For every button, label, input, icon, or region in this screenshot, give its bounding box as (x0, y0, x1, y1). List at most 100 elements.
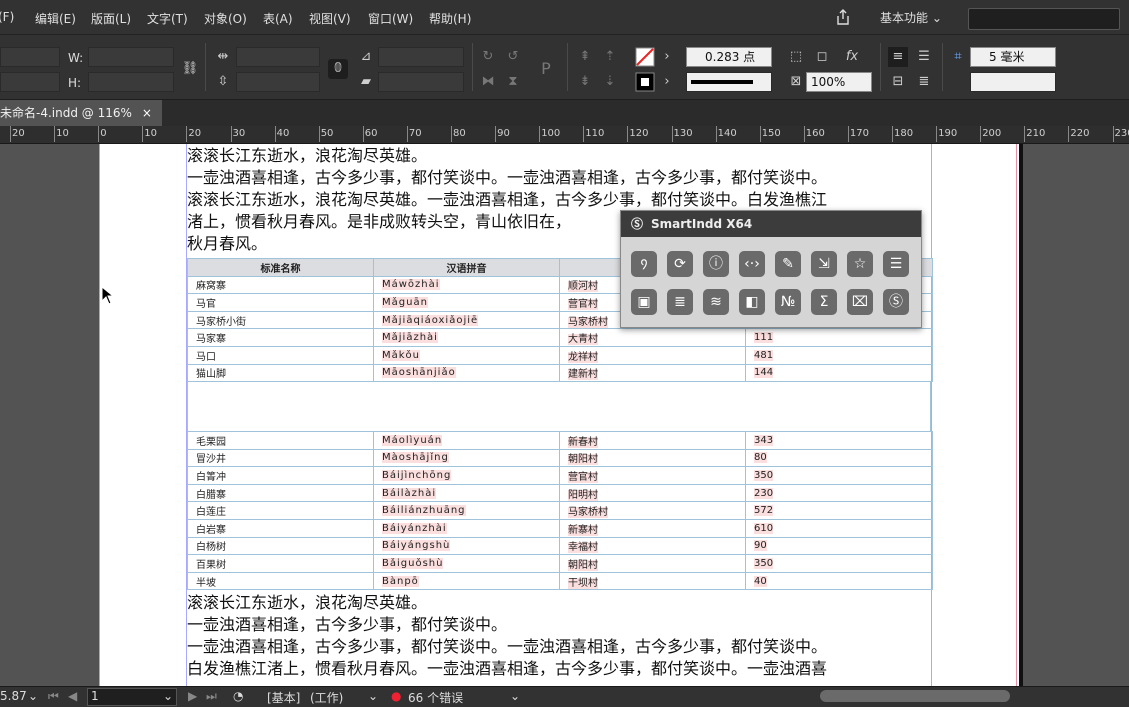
flip-h-icon[interactable]: ⧓ (478, 72, 498, 92)
select-container-icon[interactable]: ⇞ (575, 47, 595, 67)
tool-star-icon[interactable]: ☆ (847, 251, 873, 277)
table-cell[interactable]: 白箐冲 (188, 467, 374, 485)
menu-file[interactable]: (F) (0, 10, 14, 24)
table-cell[interactable]: 90 (746, 537, 933, 555)
tool-frame-icon[interactable]: ▣ (631, 289, 657, 315)
opacity-icon[interactable]: ⊠ (786, 72, 806, 92)
table-row[interactable]: 百果树Bǎiguǒshù朝阳村350 (188, 555, 933, 573)
tool-sum-icon[interactable]: Σ (811, 289, 837, 315)
table-cell[interactable]: 350 (746, 555, 933, 573)
effects-icon[interactable]: fx (842, 47, 862, 67)
table-cell[interactable]: 百果树 (188, 555, 374, 573)
close-icon[interactable]: × (142, 106, 152, 120)
tool-image-icon[interactable]: ✎ (775, 251, 801, 277)
body-line[interactable]: 一壶浊酒喜相逢，古今多少事，都付笑谈中。 (187, 614, 507, 636)
link-icon[interactable]: ⛓ (180, 59, 200, 79)
table-cell[interactable]: 毛栗园 (188, 432, 374, 450)
table-cell[interactable]: 朝阳村 (560, 555, 746, 573)
tool-book-icon[interactable]: ◧ (739, 289, 765, 315)
table-cell[interactable]: 大青村 (560, 329, 746, 347)
table-row[interactable]: 毛栗园Máolìyuán新春村343 (188, 432, 933, 450)
table-cell[interactable]: 马口 (188, 346, 374, 364)
table-row[interactable]: 白莲庄Báiliánzhuāng马家桥村572 (188, 502, 933, 520)
table-cell[interactable]: Màoshājǐng (374, 449, 560, 467)
scale-x-icon[interactable]: ⇹ (213, 47, 233, 67)
prev-page-icon[interactable]: ◀ (68, 689, 77, 703)
table-cell[interactable]: Bànpō (374, 572, 560, 590)
menu-object[interactable]: 对象(O) (204, 10, 247, 27)
last-page-icon[interactable]: ⏭ (206, 689, 217, 704)
menu-help[interactable]: 帮助(H) (429, 10, 471, 27)
chevron-down-icon[interactable]: ⌄ (28, 689, 38, 703)
table-cell[interactable]: 481 (746, 346, 933, 364)
align-center-icon[interactable]: ≣ (914, 72, 934, 92)
body-line[interactable]: 一壶浊酒喜相逢，古今多少事，都付笑谈中。一壶浊酒喜相逢，古今多少事，都付笑谈中。 (187, 167, 827, 189)
table-cell[interactable]: 马官 (188, 294, 374, 312)
table-row[interactable]: 白杨树Báiyángshù幸福村90 (188, 537, 933, 555)
body-line[interactable]: 白发渔樵江渚上，惯看秋月春风。一壶浊酒喜相逢，古今多少事，都付笑谈中。一壶浊酒喜 (187, 658, 827, 680)
rotate-field[interactable] (378, 47, 464, 67)
body-line[interactable]: 渚上，惯看秋月春风。是非成败转头空，青山依旧在， (187, 211, 571, 233)
corner-options-icon[interactable]: ⬚ (786, 47, 806, 67)
table-cell[interactable]: Māoshānjiǎo (374, 364, 560, 382)
spacing-icon[interactable]: ⌗ (948, 47, 968, 67)
table-cell[interactable]: Máolìyuán (374, 432, 560, 450)
chevron-down-icon[interactable]: ⌄ (368, 689, 378, 703)
tool-text-icon[interactable]: ᠀ (631, 251, 657, 277)
table-cell[interactable]: 半坡 (188, 572, 374, 590)
table-cell[interactable]: 40 (746, 572, 933, 590)
table-cell[interactable]: Báiliánzhuāng (374, 502, 560, 520)
align-left-icon[interactable]: ≡ (888, 47, 908, 67)
table-cell[interactable]: 马家桥村 (560, 502, 746, 520)
tab-document[interactable]: 未命名-4.indd @ 116%× (0, 100, 162, 126)
fill-swatch-icon[interactable] (635, 47, 655, 67)
menu-view[interactable]: 视图(V) (309, 10, 351, 27)
tool-lines-icon[interactable]: ☰ (883, 251, 909, 277)
select-next-icon[interactable]: ⇣ (600, 72, 620, 92)
table-cell[interactable]: 572 (746, 502, 933, 520)
table-cell[interactable]: Báiyángshù (374, 537, 560, 555)
flip-v-icon[interactable]: ⧗ (503, 72, 523, 92)
body-line[interactable]: 滚滚长江东逝水，浪花淘尽英雄。 (187, 592, 427, 614)
scale-x-field[interactable] (236, 47, 320, 67)
stroke-swatch-icon[interactable] (635, 72, 655, 92)
next-page-icon[interactable]: ▶ (188, 689, 197, 703)
body-line[interactable]: 秋月春风。 (187, 233, 267, 255)
table-cell[interactable]: Mǎkǒu (374, 346, 560, 364)
table-cell[interactable]: 新春村 (560, 432, 746, 450)
tool-logo-icon[interactable]: Ⓢ (883, 289, 909, 315)
table-row[interactable]: 马家寨Mǎjiāzhài大青村111 (188, 329, 933, 347)
tool-list-icon[interactable]: ≣ (667, 289, 693, 315)
body-line[interactable]: 滚滚长江东逝水，浪花淘尽英雄。一壶浊酒喜相逢，古今多少事，都付笑谈中。白发渔樵江 (187, 189, 827, 211)
table-cell[interactable]: 建新村 (560, 364, 746, 382)
reference-point-icon[interactable]: P (536, 59, 556, 79)
table-cell[interactable]: 幸福村 (560, 537, 746, 555)
table-cell[interactable]: Mǎjiāqiáoxiǎojiē (374, 311, 560, 329)
stroke-type-select[interactable] (686, 72, 772, 92)
data-table-bottom[interactable]: 毛栗园Máolìyuán新春村343冒沙井Màoshājǐng朝阳村80白箐冲B… (187, 431, 933, 590)
tool-stack-icon[interactable]: ≋ (703, 289, 729, 315)
page-number-field[interactable]: 1 ⌄ (87, 688, 177, 706)
table-cell[interactable]: 营官村 (560, 467, 746, 485)
shear-icon[interactable]: ▰ (356, 72, 376, 92)
table-row[interactable]: 猫山脚Māoshānjiǎo建新村144 (188, 364, 933, 382)
rotate-cw-icon[interactable]: ↻ (478, 47, 498, 67)
table-row[interactable]: 冒沙井Màoshājǐng朝阳村80 (188, 449, 933, 467)
table-cell[interactable]: Mǎguān (374, 294, 560, 312)
table-row[interactable]: 白腊寨Báilàzhài阳明村230 (188, 484, 933, 502)
opacity-field[interactable]: 100% (806, 72, 872, 92)
rotate-icon[interactable]: ⊿ (356, 47, 376, 67)
table-cell[interactable]: 白莲庄 (188, 502, 374, 520)
table-row[interactable]: 白岩寨Báiyánzhài新寨村610 (188, 519, 933, 537)
table-cell[interactable]: 350 (746, 467, 933, 485)
share-icon[interactable] (834, 8, 852, 26)
table-cell[interactable]: Máwōzhài (374, 276, 560, 294)
stroke-weight-field[interactable]: 0.283 点 (686, 47, 772, 67)
table-cell[interactable]: Báijìnchōng (374, 467, 560, 485)
table-cell[interactable]: 猫山脚 (188, 364, 374, 382)
rotate-ccw-icon[interactable]: ↺ (503, 47, 523, 67)
table-cell[interactable]: 230 (746, 484, 933, 502)
table-row[interactable]: 白箐冲Báijìnchōng营官村350 (188, 467, 933, 485)
scale-y-field[interactable] (236, 72, 320, 92)
tool-brush-icon[interactable]: ⌧ (847, 289, 873, 315)
